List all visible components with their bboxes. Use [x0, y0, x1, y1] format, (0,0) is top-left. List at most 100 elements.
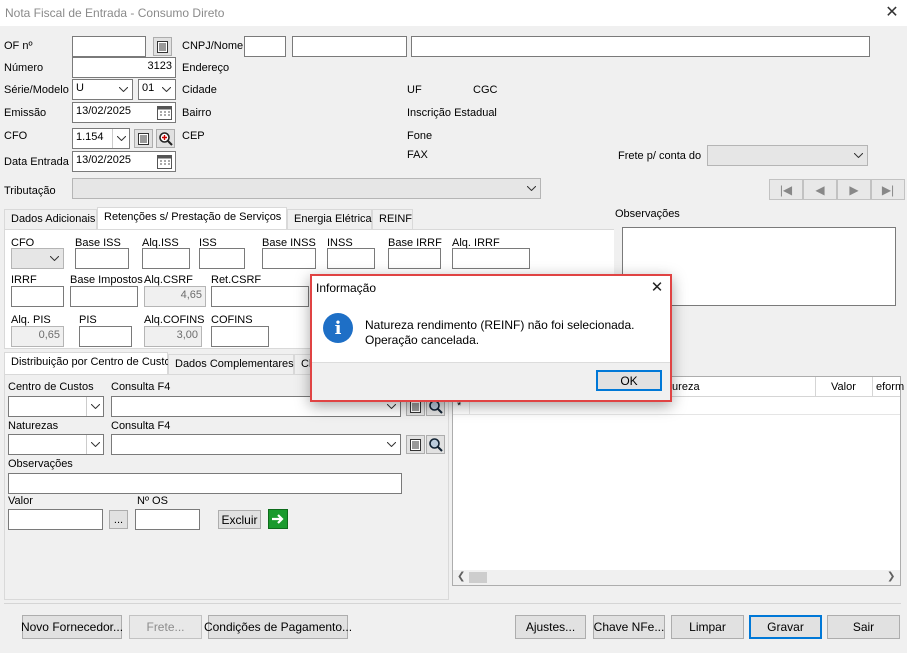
sair-button[interactable]: Sair — [827, 615, 900, 639]
serie-select[interactable]: U — [72, 79, 133, 100]
of-input[interactable] — [72, 36, 146, 57]
dist-obs-input[interactable] — [8, 473, 402, 494]
scroll-right-icon[interactable]: ❯ — [887, 571, 895, 582]
browse-button[interactable]: ... — [109, 510, 128, 529]
cnpj-code-input[interactable] — [244, 36, 286, 57]
os-label: Nº OS — [137, 495, 168, 507]
uf-label: UF — [407, 84, 422, 96]
alq-pis-input[interactable]: 0,65 — [11, 326, 64, 347]
endereco-label: Endereço — [182, 62, 230, 74]
base-irrf-input[interactable] — [388, 248, 441, 269]
alq-cofins-label: Alq.COFINS — [144, 314, 205, 326]
close-icon[interactable]: ✕ — [882, 3, 902, 23]
cfo-search-button[interactable] — [156, 129, 175, 148]
base-inss-input[interactable] — [262, 248, 316, 269]
frete-select[interactable] — [707, 145, 868, 166]
os-input[interactable] — [135, 509, 200, 530]
list-icon — [410, 400, 421, 413]
cidade-label: Cidade — [182, 84, 217, 96]
base-iss-input[interactable] — [75, 248, 129, 269]
excluir-button[interactable]: Excluir — [218, 510, 261, 529]
cofins-input[interactable] — [211, 326, 269, 347]
fax-label: FAX — [407, 149, 428, 161]
alq-iss-input[interactable] — [142, 248, 190, 269]
limpar-button[interactable]: Limpar — [671, 615, 744, 639]
gravar-button[interactable]: Gravar — [749, 615, 822, 639]
confirm-arrow-button[interactable] — [268, 509, 288, 529]
col-eform: eform — [876, 381, 905, 393]
emissao-input[interactable]: 13/02/2025 — [72, 102, 176, 123]
of-list-button[interactable] — [153, 37, 172, 56]
condicoes-button[interactable]: Condições de Pagamento... — [204, 615, 352, 639]
base-impostos-input[interactable] — [70, 286, 138, 307]
tab-label: Energia Elétrica — [294, 213, 372, 225]
next-icon: ▶ — [849, 182, 859, 197]
modelo-select[interactable]: 01 — [138, 79, 176, 100]
tributacao-select[interactable] — [72, 178, 541, 199]
next-record-button[interactable]: ▶ — [837, 179, 871, 200]
consulta2-label: Consulta F4 — [111, 420, 171, 432]
inss-input[interactable] — [327, 248, 375, 269]
prev-record-button[interactable]: ◀ — [803, 179, 837, 200]
tab-distribuicao[interactable]: Distribuição por Centro de Custo — [4, 352, 171, 374]
ret-cfo-select[interactable] — [11, 248, 64, 269]
horizontal-scrollbar[interactable]: ❮ ❯ — [453, 570, 900, 585]
data-entrada-label: Data Entrada — [4, 156, 69, 168]
tab-retencoes[interactable]: Retenções s/ Prestação de Serviços — [97, 207, 287, 229]
ajustes-button[interactable]: Ajustes... — [515, 615, 586, 639]
cnpj-input[interactable] — [292, 36, 407, 57]
irrf-input[interactable] — [11, 286, 64, 307]
arrow-right-icon — [272, 514, 284, 524]
naturezas-search-button[interactable] — [426, 435, 445, 454]
naturezas-label: Naturezas — [8, 420, 59, 432]
last-icon: ▶| — [881, 182, 895, 197]
alq-csrf-label: Alq.CSRF — [144, 274, 193, 286]
scroll-left-icon[interactable]: ❮ — [457, 571, 465, 582]
frete-button[interactable]: Frete... — [129, 615, 202, 639]
tab-label: Retenções s/ Prestação de Serviços — [104, 211, 282, 223]
alq-csrf-input[interactable]: 4,65 — [144, 286, 206, 307]
naturezas-select[interactable] — [8, 434, 104, 455]
iss-input[interactable] — [199, 248, 245, 269]
serie-label: Série/Modelo — [4, 84, 69, 96]
numero-input[interactable]: 3123 — [72, 57, 176, 78]
title-bar: Nota Fiscal de Entrada - Consumo Direto … — [0, 0, 907, 26]
chevron-down-icon — [86, 435, 103, 454]
valor-input[interactable] — [8, 509, 103, 530]
alq-cofins-input[interactable]: 3,00 — [144, 326, 202, 347]
scroll-thumb[interactable] — [469, 572, 487, 583]
dist-obs-label: Observações — [8, 458, 73, 470]
info-dialog: Informação ✕ i Natureza rendimento (REIN… — [310, 274, 672, 402]
first-record-button[interactable]: |◀ — [769, 179, 803, 200]
novo-fornecedor-button[interactable]: Novo Fornecedor... — [21, 615, 123, 639]
modelo-value: 01 — [142, 82, 155, 94]
centro-label: Centro de Custos — [8, 381, 94, 393]
last-record-button[interactable]: ▶| — [871, 179, 905, 200]
tab-reinf[interactable]: REINF — [372, 209, 413, 229]
chevron-down-icon — [850, 146, 867, 165]
distribution-grid[interactable]: tureza Valor eform * ❮ ❯ — [452, 376, 905, 586]
cfo-select[interactable]: 1.154 — [72, 128, 130, 149]
naturezas-list-button[interactable] — [406, 435, 425, 454]
centro-select[interactable] — [8, 396, 104, 417]
tab-energia[interactable]: Energia Elétrica — [287, 209, 372, 229]
calendar-icon — [157, 155, 172, 169]
tab-dados-complementares[interactable]: Dados Complementares — [168, 354, 294, 374]
consulta2-select[interactable] — [111, 434, 401, 455]
tab-dados-adicionais[interactable]: Dados Adicionais — [4, 209, 97, 229]
ret-csrf-input[interactable] — [211, 286, 309, 307]
alq-irrf-input[interactable] — [452, 248, 530, 269]
base-impostos-label: Base Impostos — [70, 274, 143, 286]
nome-input[interactable] — [411, 36, 870, 57]
list-icon — [138, 132, 149, 145]
tab-label: Distribuição por Centro de Custo — [11, 356, 171, 368]
chevron-down-icon — [115, 80, 132, 99]
chevron-down-icon — [158, 80, 175, 99]
dialog-close-icon[interactable]: ✕ — [646, 278, 668, 298]
ok-button[interactable]: OK — [596, 370, 662, 391]
chave-nfe-button[interactable]: Chave NFe... — [593, 615, 665, 639]
cfo-list-button[interactable] — [134, 129, 153, 148]
bairro-label: Bairro — [182, 107, 212, 119]
pis-input[interactable] — [79, 326, 132, 347]
data-entrada-input[interactable]: 13/02/2025 — [72, 151, 176, 172]
